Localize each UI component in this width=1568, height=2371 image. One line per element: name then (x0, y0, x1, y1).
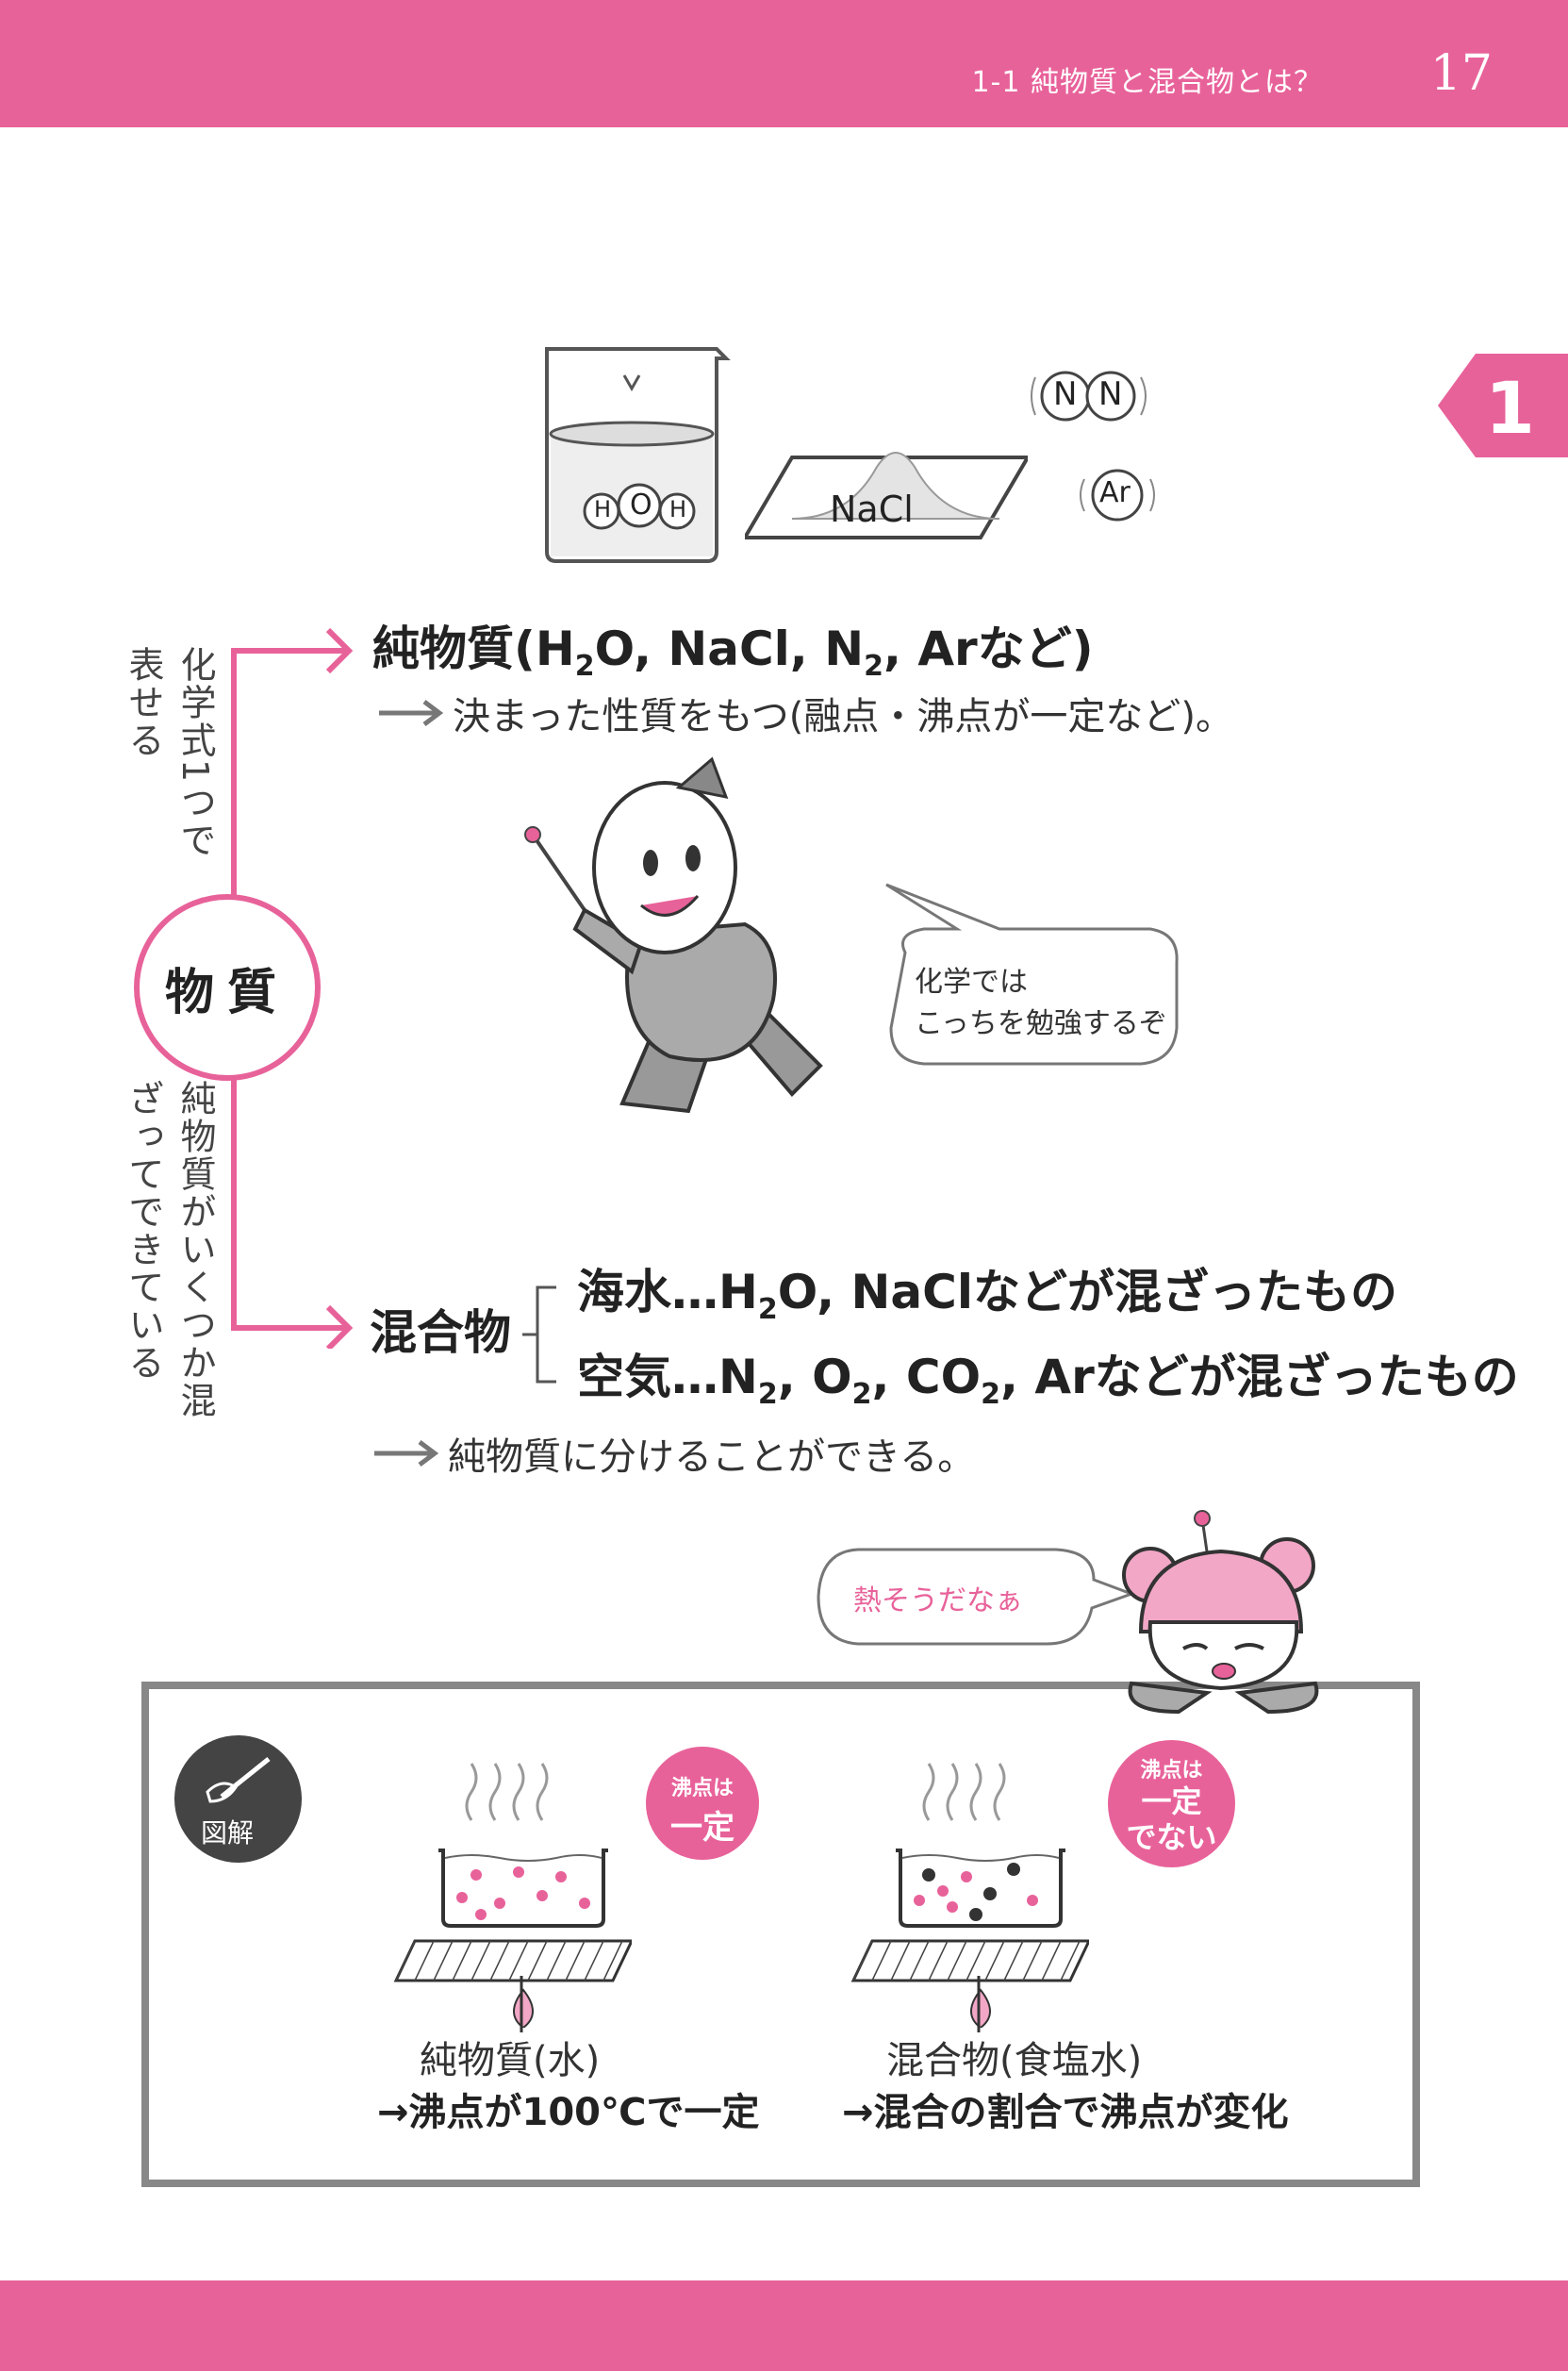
constant-boiling-badge: 沸点は 一定 (646, 1747, 759, 1860)
header-bar (0, 0, 1568, 127)
diagram-icon: 図解 (174, 1735, 302, 1863)
sea-water-line: 海水…H2O, NaClなどが混ざったもの (577, 1265, 1397, 1326)
air-line: 空気…N2, O2, CO2, Arなどが混ざったもの (577, 1350, 1519, 1411)
pure-water-result: →沸点が100℃で一定 (377, 2091, 760, 2134)
pencil-icon (206, 1757, 271, 1803)
arrow-icon (379, 700, 444, 726)
girl-bubble-text: 熱そうだなぁ (853, 1584, 1023, 1617)
pure-water-pot (393, 1763, 632, 2028)
mixture-label: 混合物 (370, 1305, 511, 1360)
formula-label: 化学式1つで表せる (123, 646, 216, 860)
page-number: 17 (1429, 45, 1493, 102)
atom-label: Ar (1099, 476, 1131, 509)
nitrogen-molecule (1031, 371, 1147, 422)
girl-character (1122, 1510, 1319, 1715)
salt-water-result: →混合の割合で沸点が変化 (842, 2091, 1289, 2134)
atom-label: O (630, 489, 652, 522)
professor-bubble-text: 化学では こっちを勉強するぞ (915, 966, 1167, 1040)
mixture-note: 純物質に分けることができる。 (372, 1426, 975, 1481)
pure-water-caption: 純物質(水) (420, 2039, 601, 2082)
diagram-icon-label: 図解 (201, 1817, 255, 1849)
atom-label: N (1053, 375, 1078, 413)
salt-label: NaCl (830, 489, 914, 530)
section-title: 1-1 純物質と混合物とは？ (971, 66, 1323, 99)
atom-label: H (594, 496, 612, 522)
atom-label: H (669, 496, 687, 522)
substance-circle: 物質 (134, 894, 321, 1081)
professor-character (524, 756, 823, 1114)
mixture-bracket (522, 1285, 556, 1384)
salt-water-pot (850, 1763, 1089, 2028)
variable-boiling-badge: 沸点は 一定 でない (1108, 1740, 1235, 1867)
arrow-icon (374, 1440, 439, 1467)
burner-icon (520, 1976, 523, 2032)
pure-substance-note: 決まった性質をもつ(融点・沸点が一定など)。 (377, 686, 1233, 740)
water-molecule: H O H (573, 481, 705, 538)
atom-label: N (1098, 375, 1123, 413)
mixture-description-label: 純物質がいくつか混ざってできている (123, 1080, 216, 1419)
chapter-number: 1 (1485, 366, 1535, 450)
salt-water-caption: 混合物(食塩水) (886, 2039, 1143, 2082)
pure-substance-heading: 純物質(H2O, NaCl, N2, Arなど) (372, 622, 1094, 683)
footer-bar (0, 2280, 1568, 2371)
burner-icon (977, 1976, 981, 2032)
